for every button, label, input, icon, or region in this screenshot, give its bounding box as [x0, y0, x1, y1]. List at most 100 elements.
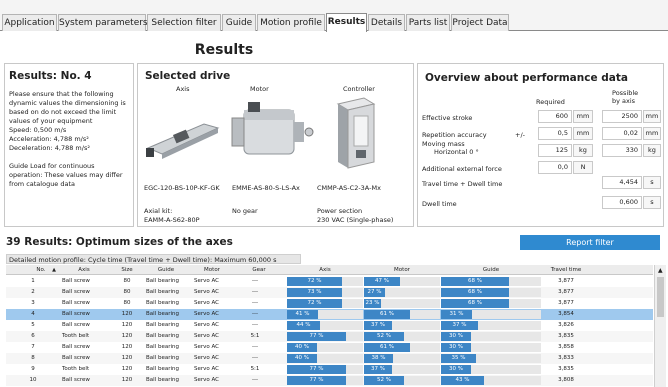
scroll-up-icon[interactable]: ▲	[658, 267, 663, 274]
load-bar-pm: 37 %	[364, 321, 392, 330]
cell-axis: Ball screw	[62, 289, 90, 295]
cell-no: 3	[31, 300, 35, 306]
controller-column-label: Controller	[343, 85, 375, 93]
moving-mass-label: Moving mass	[422, 140, 465, 148]
possible-column-label-2: by axis	[612, 97, 636, 105]
dwell-time-label: Dwell time	[422, 200, 457, 208]
load-bar-pg: 31 %	[441, 310, 472, 319]
col-header-gear[interactable]: Gear	[234, 265, 284, 275]
travel-time-label: Travel time + Dwell time	[422, 180, 503, 188]
tab-application[interactable]: Application	[2, 14, 57, 31]
cell-motor: Servo AC	[194, 366, 220, 372]
table-row[interactable]: 1 Ball screw 80 Ball bearing Servo AC --- 3,87…	[6, 276, 653, 287]
load-bar-pm: 37 %	[364, 365, 392, 374]
tab-project-data[interactable]: Project Data	[451, 14, 509, 31]
motor-column-label: Motor	[250, 85, 269, 93]
cell-size: 80	[123, 278, 131, 284]
tab-parts-list[interactable]: Parts list	[406, 14, 450, 31]
load-bar-pm: 52 %	[364, 332, 404, 341]
tab-motion-profile[interactable]: Motion profile	[257, 14, 325, 31]
tab-details[interactable]: Details	[368, 14, 405, 31]
cell-motor: Servo AC	[194, 289, 220, 295]
table-row[interactable]: 8 Ball screw 120 Ball bearing Servo AC --- 3,8…	[6, 353, 653, 364]
col-header-travel-time[interactable]: Travel time	[542, 265, 590, 275]
gear-info: No gear	[232, 207, 258, 215]
table-row[interactable]: 7 Ball screw 120 Ball bearing Servo AC --- 3,8…	[6, 342, 653, 353]
col-header-size[interactable]: Size	[112, 265, 142, 275]
cell-size: 120	[121, 366, 133, 372]
cell-guide: Ball bearing	[146, 366, 179, 372]
load-bar-pg: 30 %	[441, 365, 471, 374]
cell-tt: 3,854	[558, 311, 574, 317]
load-bar-pm: 52 %	[364, 376, 404, 385]
vertical-scrollbar[interactable]: ▲	[654, 265, 666, 387]
table-row[interactable]: 10 Ball screw 120 Ball bearing Servo AC --- 3,…	[6, 375, 653, 386]
axis-image	[146, 123, 220, 159]
table-row[interactable]: 9 Tooth belt 120 Ball bearing Servo AC 5:1 3,8…	[6, 364, 653, 375]
cell-size: 80	[123, 289, 131, 295]
load-bar-pg: 30 %	[441, 332, 471, 341]
cell-axis: Ball screw	[62, 377, 90, 383]
tab-selection-filter[interactable]: Selection filter	[147, 14, 221, 31]
deceleration-value: Deceleration: 4,788 m/s²	[9, 144, 90, 152]
cell-tt: 3,826	[558, 322, 574, 328]
cell-size: 120	[121, 322, 133, 328]
cell-guide: Ball bearing	[146, 300, 179, 306]
cell-axis: Ball screw	[62, 355, 90, 361]
col-header-guide-load[interactable]: Guide	[441, 265, 541, 275]
cell-guide: Ball bearing	[146, 289, 179, 295]
repetition-accuracy-possible: 0,02	[602, 127, 642, 140]
table-row[interactable]: 2 Ball screw 80 Ball bearing Servo AC --- 3,87…	[6, 287, 653, 298]
cell-motor: Servo AC	[194, 355, 220, 361]
motor-image	[231, 102, 314, 155]
table-row[interactable]: 3 Ball screw 80 Ball bearing Servo AC --- 3,87…	[6, 298, 653, 309]
report-filter-button[interactable]: Report filter	[520, 235, 660, 250]
load-bar-pg: 68 %	[441, 277, 509, 286]
performance-heading: Overview about performance data	[425, 72, 628, 84]
result-heading: Results: No. 4	[9, 70, 92, 82]
tab-guide[interactable]: Guide	[222, 14, 256, 31]
col-header-guide-type[interactable]: Guide	[144, 265, 188, 275]
required-column-label: Required	[536, 98, 565, 106]
table-row[interactable]: 4 Ball screw 120 Ball bearing Servo AC --- 3,8…	[6, 309, 653, 320]
orientation-label: Horizontal 0 °	[434, 148, 479, 156]
controller-image	[336, 97, 376, 169]
load-bar-pg: 30 %	[441, 343, 471, 352]
sort-up-icon: ▲	[52, 267, 56, 273]
tab-bar: Application System parameters Selection …	[0, 0, 668, 32]
cell-no: 6	[31, 333, 35, 339]
cell-guide: Ball bearing	[146, 322, 179, 328]
cell-no: 7	[31, 344, 35, 350]
scrollbar-thumb[interactable]	[657, 277, 664, 317]
table-row[interactable]: 5 Ball screw 120 Ball bearing Servo AC --- 3,8…	[6, 320, 653, 331]
cell-motor: Servo AC	[194, 377, 220, 383]
col-header-no[interactable]: No.	[32, 265, 50, 275]
table-row[interactable]: 6 Tooth belt 120 Ball bearing Servo AC 5:1 3,8…	[6, 331, 653, 342]
cell-axis: Ball screw	[62, 344, 90, 350]
load-bar-pm: 27 %	[364, 288, 385, 297]
load-bar-pa: 77 %	[287, 332, 346, 341]
col-header-motor-load[interactable]: Motor	[364, 265, 440, 275]
moving-mass-required: 125	[538, 144, 572, 157]
repetition-accuracy-unit: mm	[573, 127, 593, 140]
selected-drive-panel: Selected drive Axis Motor Controller EGC…	[137, 63, 414, 227]
col-header-axis-load[interactable]: Axis	[287, 265, 363, 275]
cell-no: 2	[31, 289, 35, 295]
tab-system-parameters[interactable]: System parameters	[58, 14, 148, 31]
load-bar-pa: 40 %	[287, 343, 317, 352]
travel-time-unit: s	[643, 176, 661, 189]
cell-motor: Servo AC	[194, 333, 220, 339]
external-force-unit: N	[573, 161, 593, 174]
col-header-axis-type[interactable]: Axis	[64, 265, 104, 275]
tab-results[interactable]: Results	[326, 13, 367, 32]
cell-no: 4	[31, 311, 35, 317]
results-heading: 39 Results: Optimum sizes of the axes	[6, 236, 233, 248]
cell-guide: Ball bearing	[146, 333, 179, 339]
cell-gear: ---	[252, 322, 258, 328]
col-header-motor-type[interactable]: Motor	[192, 265, 232, 275]
cell-motor: Servo AC	[194, 300, 220, 306]
cell-gear: ---	[252, 278, 258, 284]
external-force-required: 0,0	[538, 161, 572, 174]
load-bar-pm: 61 %	[364, 310, 410, 319]
effective-stroke-possible: 2500	[602, 110, 642, 123]
